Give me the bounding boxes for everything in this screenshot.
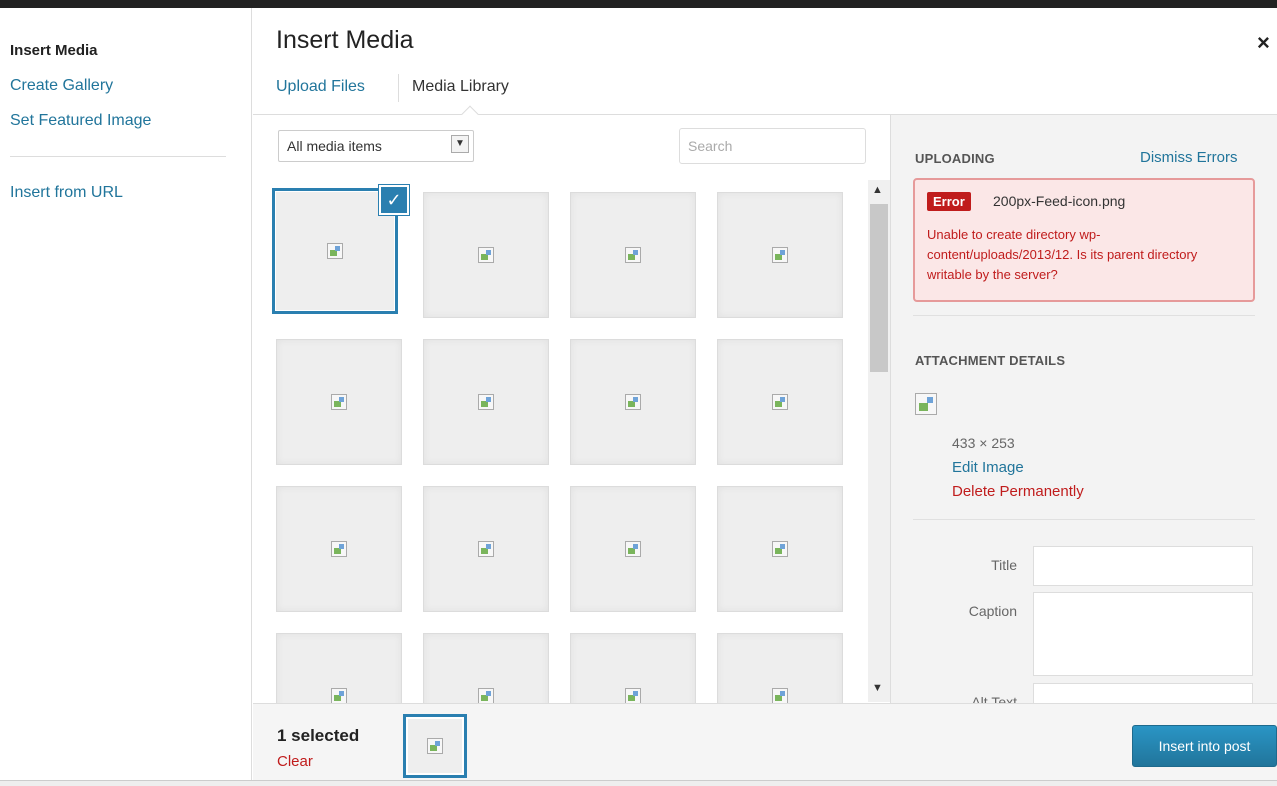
attachment-thumb[interactable] <box>570 192 696 318</box>
grid-scrollbar[interactable]: ▲ ▼ <box>868 180 890 702</box>
attachment-thumb[interactable] <box>717 192 843 318</box>
broken-image-icon <box>331 688 347 703</box>
broken-image-icon <box>772 541 788 557</box>
attachment-thumb[interactable] <box>423 192 549 318</box>
sidebar-divider <box>913 519 1255 520</box>
uploading-heading: UPLOADING <box>915 151 995 166</box>
broken-image-icon <box>331 394 347 410</box>
broken-image-icon <box>772 247 788 263</box>
broken-image-icon <box>625 247 641 263</box>
insert-into-post-button[interactable]: Insert into post <box>1132 725 1277 767</box>
attachment-thumb[interactable] <box>276 486 402 612</box>
broken-image-icon <box>625 541 641 557</box>
title-field[interactable] <box>1033 546 1253 586</box>
broken-image-icon <box>478 541 494 557</box>
filter-value: All media items <box>287 138 382 154</box>
attachment-thumb[interactable] <box>276 339 402 465</box>
media-grid <box>253 175 868 703</box>
attachment-thumb[interactable] <box>570 486 696 612</box>
menu-item-insert-media[interactable]: Insert Media <box>10 42 98 59</box>
caption-field[interactable] <box>1033 592 1253 676</box>
broken-image-icon <box>331 541 347 557</box>
menu-item-set-featured-image[interactable]: Set Featured Image <box>10 112 151 130</box>
broken-image-icon <box>772 688 788 703</box>
attachment-details-heading: ATTACHMENT DETAILS <box>915 353 1066 368</box>
broken-image-icon <box>478 394 494 410</box>
bottom-edge <box>0 780 1277 786</box>
active-tab-indicator <box>461 105 479 123</box>
caption-label: Caption <box>968 603 1017 619</box>
error-filename: 200px-Feed-icon.png <box>993 193 1126 209</box>
attachment-thumb[interactable] <box>423 486 549 612</box>
broken-image-icon <box>478 247 494 263</box>
upload-error: Error 200px-Feed-icon.png Unable to crea… <box>913 178 1255 302</box>
scroll-up-icon[interactable]: ▲ <box>872 184 883 196</box>
attachment-thumb[interactable] <box>570 339 696 465</box>
edit-image-link[interactable]: Edit Image <box>952 459 1024 476</box>
scrollbar-thumb[interactable] <box>870 204 888 372</box>
broken-image-icon <box>625 394 641 410</box>
attachment-thumb[interactable] <box>423 633 549 703</box>
media-filter-select[interactable]: All media items ▼ <box>278 130 474 162</box>
attachment-thumb[interactable] <box>717 486 843 612</box>
clear-selection-link[interactable]: Clear <box>277 753 313 770</box>
broken-image-icon <box>427 738 443 754</box>
error-message: Unable to create directory wp-content/up… <box>927 227 1198 282</box>
dismiss-errors-link[interactable]: Dismiss Errors <box>1140 149 1238 166</box>
menu-item-insert-from-url[interactable]: Insert from URL <box>10 184 123 202</box>
delete-permanently-link[interactable]: Delete Permanently <box>952 483 1084 500</box>
alt-text-label: Alt Text <box>971 694 1017 703</box>
broken-image-icon <box>478 688 494 703</box>
scroll-down-icon[interactable]: ▼ <box>872 682 883 694</box>
broken-image-icon <box>327 243 343 259</box>
checkmark-icon[interactable]: ✓ <box>379 185 409 215</box>
attachment-thumb[interactable] <box>717 339 843 465</box>
sidebar-divider <box>913 315 1255 316</box>
error-badge: Error <box>927 192 971 211</box>
title-label: Title <box>991 557 1017 573</box>
attachment-thumb[interactable] <box>423 339 549 465</box>
selection-toolbar: 1 selected Clear Insert into post <box>253 703 1277 780</box>
selected-attachment-thumb[interactable] <box>403 714 467 778</box>
search-input[interactable] <box>679 128 866 164</box>
attachment-sidebar: UPLOADING Dismiss Errors Error 200px-Fee… <box>890 115 1277 703</box>
media-menu: Insert Media Create Gallery Set Featured… <box>0 8 252 780</box>
modal-title: Insert Media <box>276 26 414 54</box>
attachment-preview-icon <box>915 393 937 415</box>
tab-media-library[interactable]: Media Library <box>412 78 509 96</box>
broken-image-icon <box>625 688 641 703</box>
tab-upload-files[interactable]: Upload Files <box>276 78 365 96</box>
close-icon[interactable]: × <box>1257 30 1270 56</box>
broken-image-icon <box>772 394 788 410</box>
alt-text-field[interactable] <box>1033 683 1253 703</box>
attachment-thumb[interactable] <box>717 633 843 703</box>
tab-separator <box>398 74 399 102</box>
menu-item-create-gallery[interactable]: Create Gallery <box>10 77 113 95</box>
top-bar <box>0 0 1277 8</box>
chevron-down-icon[interactable]: ▼ <box>451 135 469 153</box>
attachment-thumb[interactable] <box>570 633 696 703</box>
selection-count: 1 selected <box>277 726 360 745</box>
attachment-dimensions: 433 × 253 <box>952 435 1015 451</box>
attachment-thumb[interactable] <box>276 633 402 703</box>
menu-separator <box>10 156 226 157</box>
